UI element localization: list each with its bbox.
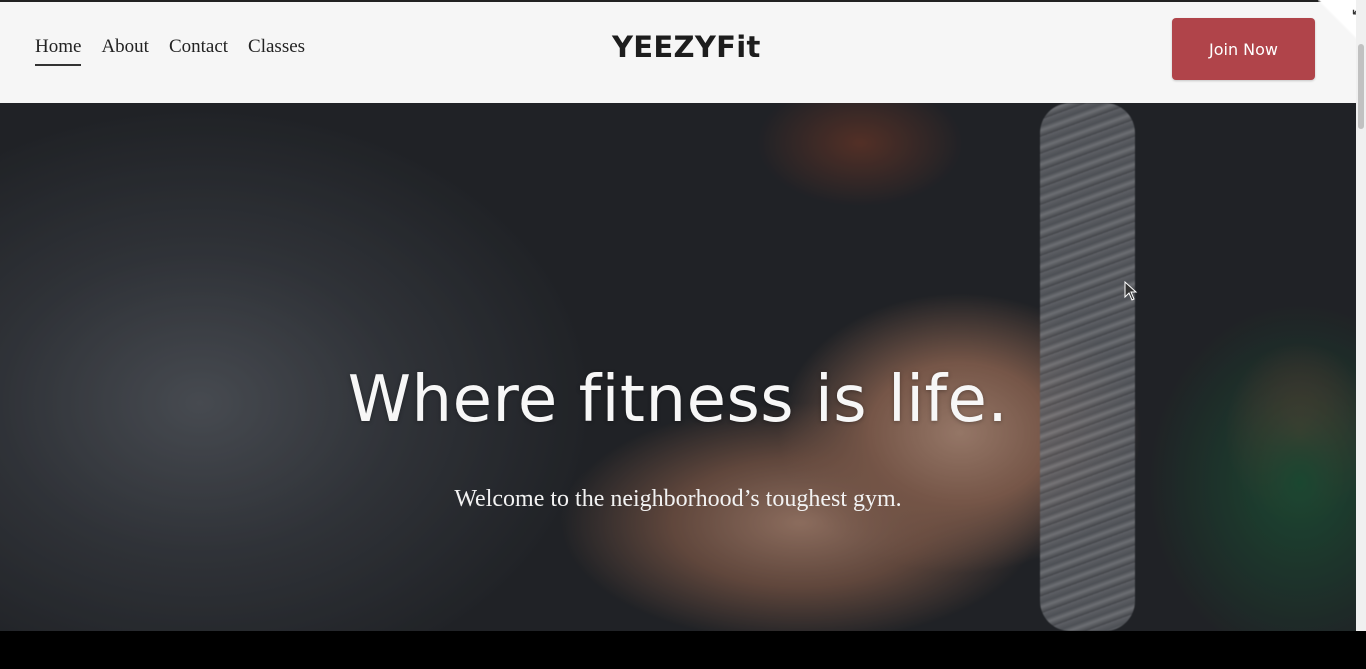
nav-link-home[interactable]: Home	[35, 36, 82, 66]
hero-title: Where fitness is life.	[347, 363, 1009, 437]
nav-link-about[interactable]: About	[101, 36, 149, 66]
vertical-scrollbar[interactable]	[1356, 0, 1366, 631]
nav-link-classes[interactable]: Classes	[248, 36, 305, 66]
mouse-pointer-icon	[1124, 281, 1138, 301]
hero-section: Where fitness is life. Welcome to the ne…	[0, 103, 1356, 631]
main-nav: Home About Contact Classes	[35, 36, 305, 66]
hero-subtitle: Welcome to the neighborhood’s toughest g…	[454, 486, 902, 512]
browser-viewport: Home About Contact Classes YEEZYFit Join…	[0, 0, 1366, 631]
site-header: Home About Contact Classes YEEZYFit Join…	[0, 0, 1356, 103]
nav-link-contact[interactable]: Contact	[169, 36, 228, 66]
web-page: Home About Contact Classes YEEZYFit Join…	[0, 0, 1356, 631]
scrollbar-thumb[interactable]	[1358, 44, 1364, 129]
join-now-button[interactable]: Join Now	[1172, 18, 1315, 80]
brand-logo[interactable]: YEEZYFit	[612, 30, 761, 64]
